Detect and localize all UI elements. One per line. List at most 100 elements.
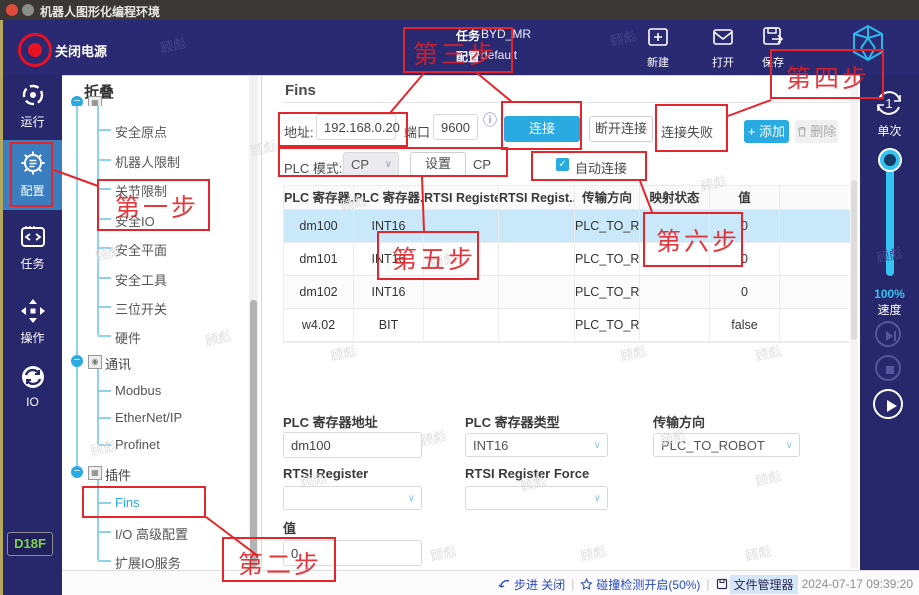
connection-status-text: 连接失败 (661, 122, 713, 141)
status-separator: | (700, 577, 715, 591)
tree-item-joint-limit[interactable]: 关节限制 (115, 181, 167, 200)
sidebar-item-task[interactable]: 任务 (3, 222, 62, 277)
power-button[interactable] (18, 33, 52, 67)
app-logo-icon (851, 24, 885, 62)
address-input[interactable]: 192.168.0.20 (316, 114, 396, 140)
tree-item-safe-tool[interactable]: 安全工具 (115, 270, 167, 289)
step-mode-status[interactable]: 步进 关闭 (514, 576, 565, 593)
tree-item-three-pos-switch[interactable]: 三位开关 (115, 299, 167, 318)
sidebar-item-config[interactable]: 配置 (3, 148, 62, 206)
delete-label: 删除 (810, 124, 836, 139)
sidebar-item-label: IO (3, 395, 62, 409)
tree-tick (98, 247, 111, 249)
main-scrollbar-thumb[interactable] (851, 180, 857, 340)
table-row[interactable]: w4.02 BIT PLC_TO_ROB... false (284, 309, 850, 342)
tree-item-modbus[interactable]: Modbus (115, 383, 161, 398)
auto-connect-label: 自动连接 (575, 158, 627, 177)
sidebar-item-run[interactable]: 运行 (3, 80, 62, 135)
tree-tick (98, 502, 111, 504)
rtsi-force-label: RTSI Register Force (465, 466, 589, 481)
tree-category-plugin[interactable]: 插件 (105, 465, 131, 484)
tree-tick (98, 335, 111, 337)
speed-slider-track[interactable] (886, 158, 894, 276)
plc-mode-select[interactable]: CP (343, 152, 399, 176)
tree-item-robot-limit[interactable]: 机器人限制 (115, 152, 180, 171)
tree-tick (98, 129, 111, 131)
gear-icon (20, 150, 46, 176)
cell-plc-address: dm100 (284, 210, 354, 243)
cell-rtsi (424, 243, 499, 276)
tree-category-security[interactable]: − ▦ (71, 96, 191, 106)
reg-type-select[interactable]: INT16 (465, 433, 608, 457)
direction-label: 传输方向 (653, 412, 705, 431)
register-table: PLC 寄存器... PLC 寄存器... RTSI Register RTSI… (283, 185, 851, 343)
tree-item-io-advanced[interactable]: I/O 高级配置 (115, 524, 188, 543)
run-mode-button[interactable]: 1 (872, 86, 906, 120)
column-header[interactable]: 映射状态 (640, 186, 710, 210)
close-icon[interactable] (6, 4, 18, 16)
tree-item-ethernet-ip[interactable]: EtherNet/IP (115, 410, 182, 425)
tree-scrollbar-thumb[interactable] (250, 300, 257, 568)
collapse-toggle-icon[interactable]: − (71, 355, 83, 367)
value-label: 值 (283, 518, 296, 537)
table-row[interactable]: dm100 INT16 PLC_TO_ROB... 0 (284, 210, 850, 243)
new-folder-icon (646, 25, 670, 49)
info-icon[interactable]: ⓘ (483, 110, 497, 130)
sidebar-item-operate[interactable]: 操作 (3, 296, 62, 351)
save-label: 保存 (751, 54, 795, 70)
cell-map-state (640, 276, 710, 309)
disconnect-button[interactable]: 断开连接 (589, 116, 653, 142)
tree-item-safe-origin[interactable]: 安全原点 (115, 122, 167, 141)
run-mode-label: 单次 (860, 122, 919, 139)
collision-icon (580, 578, 593, 591)
rtsi-force-select[interactable] (465, 486, 608, 510)
reg-addr-input[interactable]: dm100 (283, 432, 422, 458)
column-header[interactable]: 值 (710, 186, 780, 210)
auto-connect-checkbox[interactable]: ✓ (556, 158, 569, 171)
direction-select[interactable]: PLC_TO_ROBOT (653, 433, 800, 457)
add-button[interactable]: + 添加 (744, 120, 789, 143)
column-header[interactable]: 传输方向 (575, 186, 640, 210)
collapse-toggle-icon[interactable]: − (71, 466, 83, 478)
config-value: default (481, 48, 517, 62)
column-header[interactable]: PLC 寄存器... (354, 186, 424, 210)
new-button[interactable]: 新建 (636, 23, 680, 69)
value-input[interactable]: 0 (283, 540, 422, 566)
table-row[interactable]: dm102 INT16 PLC_TO_ROB... 0 (284, 276, 850, 309)
play-button[interactable] (873, 389, 903, 419)
timestamp: 2024-07-17 09:39:20 (802, 577, 913, 591)
column-header[interactable]: PLC 寄存器... (284, 186, 354, 210)
tree-item-hardware[interactable]: 硬件 (115, 328, 141, 347)
sidebar-item-io[interactable]: IO (3, 362, 62, 417)
status-items: 步进 关闭 | 碰撞检测开启(50%) | 文件管理器 2024-07-17 0… (0, 573, 919, 595)
tree-item-safe-plane[interactable]: 安全平面 (115, 240, 167, 259)
page-title: Fins (285, 82, 316, 99)
delete-button[interactable]: 删除 (795, 120, 838, 143)
save-icon (761, 25, 785, 49)
save-button[interactable]: 保存 (751, 23, 795, 69)
stop-button[interactable] (875, 355, 901, 381)
column-header[interactable]: RTSI Register (424, 186, 499, 210)
sidebar-item-label: 运行 (3, 113, 62, 130)
cell-rtsi-force (499, 309, 575, 342)
comm-category-icon: ◉ (88, 355, 102, 369)
tree-item-fins[interactable]: Fins (115, 495, 140, 510)
table-row[interactable]: dm101 INT16 PLC_TO_ROB... 0 (284, 243, 850, 276)
collapse-toggle-icon[interactable]: − (71, 96, 83, 106)
step-forward-button[interactable] (875, 321, 901, 347)
port-input[interactable]: 9600 (433, 114, 478, 140)
connect-button[interactable]: 连接 (504, 116, 580, 142)
collision-status[interactable]: 碰撞检测开启(50%) (596, 576, 700, 593)
tree-item-safe-io[interactable]: 安全IO (115, 211, 155, 230)
open-button[interactable]: 打开 (701, 23, 745, 69)
tree-category-comm[interactable]: 通讯 (105, 354, 131, 373)
minimize-icon[interactable] (22, 4, 34, 16)
speed-slider-handle[interactable] (880, 150, 900, 170)
column-header[interactable]: RTSI Regist... (499, 186, 575, 210)
file-manager-link[interactable]: 文件管理器 (730, 575, 798, 594)
sidebar-item-label: 操作 (3, 329, 62, 346)
cell-map-state (640, 243, 710, 276)
tree-item-profinet[interactable]: Profinet (115, 437, 160, 452)
set-button[interactable]: 设置 (410, 152, 466, 176)
rtsi-select[interactable] (283, 486, 422, 510)
